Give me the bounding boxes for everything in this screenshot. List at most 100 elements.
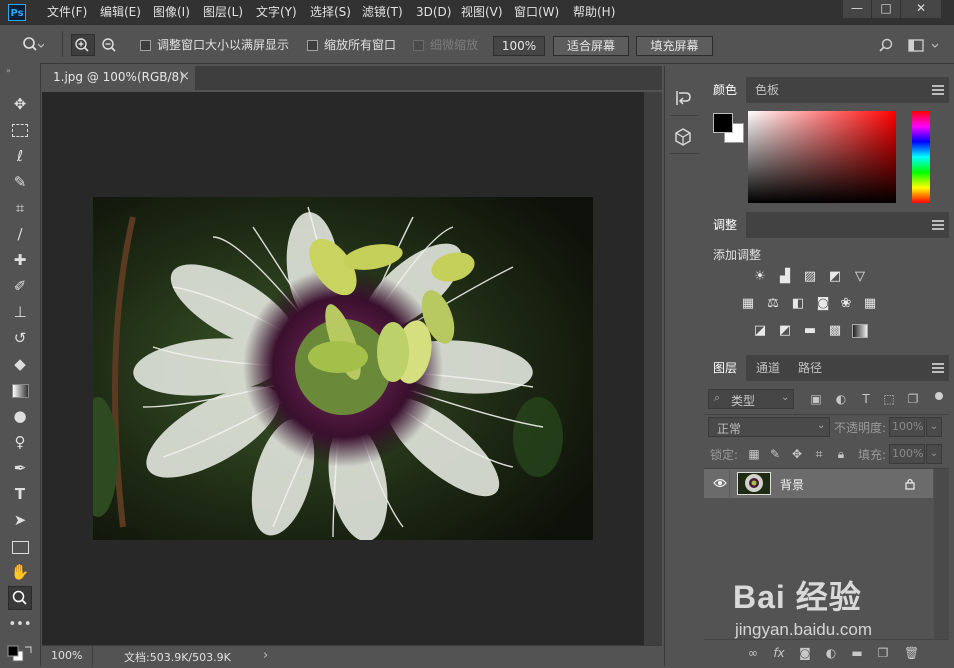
threshold-icon[interactable]: ▬ <box>802 324 818 338</box>
dodge-tool-icon[interactable]: ♀ <box>8 430 32 454</box>
edit-toolbar-icon[interactable]: ••• <box>8 613 32 637</box>
gradient-map-icon[interactable] <box>852 324 868 338</box>
minimize-button[interactable]: — <box>843 0 871 18</box>
adjustments-panel-menu-icon[interactable] <box>932 220 944 230</box>
fit-screen-button[interactable]: 适合屏幕 <box>553 36 629 56</box>
layer-name[interactable]: 背景 <box>780 476 804 493</box>
brightness-icon[interactable]: ☀ <box>752 270 768 284</box>
fill-screen-button[interactable]: 填充屏幕 <box>636 36 713 56</box>
hand-tool-icon[interactable]: ✋ <box>8 560 32 584</box>
exposure-icon[interactable]: ◩ <box>827 270 843 284</box>
quick-selection-tool-icon[interactable]: ✎ <box>8 170 32 194</box>
vibrance-icon[interactable]: ▽ <box>852 270 868 284</box>
hue-slider[interactable] <box>912 111 930 203</box>
adjustment-filter-icon[interactable]: ◐ <box>834 392 848 406</box>
fill-chevron-icon[interactable]: ⌄ <box>926 444 942 464</box>
zoom-in-icon[interactable] <box>71 34 95 56</box>
zoom-all-checkbox[interactable] <box>307 40 318 51</box>
delete-layer-icon[interactable]: 🗑︎ <box>904 646 919 660</box>
path-selection-tool-icon[interactable]: ➤ <box>8 508 32 532</box>
menu-window[interactable]: 窗口(W) <box>514 0 559 25</box>
resize-windows-checkbox[interactable] <box>140 40 151 51</box>
levels-icon[interactable]: ▟ <box>777 270 793 284</box>
collapse-toolbar-icon[interactable]: » <box>6 66 11 75</box>
color-balance-icon[interactable]: ⚖ <box>765 297 781 311</box>
document-tab[interactable]: 1.jpg @ 100%(RGB/8) × <box>42 66 195 90</box>
rectangle-tool-icon[interactable] <box>8 534 32 558</box>
brush-tool-icon[interactable]: ✐ <box>8 274 32 298</box>
type-tool-icon[interactable]: T <box>8 482 32 506</box>
close-window-button[interactable]: ✕ <box>901 0 941 18</box>
close-tab-icon[interactable]: × <box>179 69 190 84</box>
posterize-icon[interactable]: ◩ <box>777 324 793 338</box>
color-field[interactable] <box>748 111 896 203</box>
type-filter-icon[interactable]: T <box>859 392 873 406</box>
menu-view[interactable]: 视图(V) <box>461 0 503 25</box>
fill-field[interactable]: 100% <box>889 444 925 464</box>
zoom-tool-active-icon[interactable] <box>8 586 32 610</box>
document-image[interactable] <box>93 197 593 540</box>
history-panel-icon[interactable] <box>673 88 693 111</box>
lock-pixels-icon[interactable]: ✎ <box>768 447 782 461</box>
layer-row[interactable]: 背景 <box>704 469 933 498</box>
scrubby-zoom-checkbox[interactable] <box>413 40 424 51</box>
opacity-field[interactable]: 100% <box>889 417 925 437</box>
lock-artboard-icon[interactable]: ⌗ <box>812 447 826 461</box>
menu-edit[interactable]: 编辑(E) <box>100 0 141 25</box>
menu-3d[interactable]: 3D(D) <box>416 0 451 25</box>
tab-layers[interactable]: 图层 <box>704 355 747 381</box>
layers-panel-menu-icon[interactable] <box>932 363 944 373</box>
menu-file[interactable]: 文件(F) <box>47 0 87 25</box>
filter-toggle-icon[interactable] <box>935 392 943 400</box>
add-mask-icon[interactable]: ◙ <box>798 646 812 660</box>
lock-position-icon[interactable]: ✥ <box>790 447 804 461</box>
new-adjustment-layer-icon[interactable]: ◐ <box>824 646 838 660</box>
foreground-color-swatch[interactable] <box>713 113 733 133</box>
photo-filter-icon[interactable]: ◙ <box>815 297 831 311</box>
tab-paths[interactable]: 路径 <box>789 355 831 381</box>
black-white-icon[interactable]: ◧ <box>790 297 806 311</box>
tab-adjustments[interactable]: 调整 <box>704 212 747 238</box>
menu-help[interactable]: 帮助(H) <box>573 0 615 25</box>
color-swatches-icon[interactable] <box>5 643 35 668</box>
tab-color[interactable]: 颜色 <box>704 77 747 103</box>
eraser-tool-icon[interactable]: ◆ <box>8 352 32 376</box>
status-menu-arrow[interactable]: › <box>263 648 268 663</box>
lock-transparent-icon[interactable]: ▦ <box>747 447 761 461</box>
selective-color-icon[interactable]: ▩ <box>827 324 843 338</box>
hue-saturation-icon[interactable]: ▦ <box>740 297 756 311</box>
zoom-tool-icon[interactable] <box>22 36 45 57</box>
menu-layer[interactable]: 图层(L) <box>203 0 243 25</box>
clone-stamp-tool-icon[interactable]: ⊥ <box>8 300 32 324</box>
visibility-eye-icon[interactable] <box>713 477 727 492</box>
vertical-scrollbar[interactable] <box>644 92 662 645</box>
eyedropper-tool-icon[interactable]: ∕ <box>8 222 32 246</box>
marquee-tool-icon[interactable] <box>8 118 32 142</box>
lasso-tool-icon[interactable]: ℓ <box>8 144 32 168</box>
tab-swatches[interactable]: 色板 <box>746 77 788 103</box>
pen-tool-icon[interactable]: ✒ <box>8 456 32 480</box>
color-lookup-icon[interactable]: ▦ <box>862 297 878 311</box>
blend-mode-dropdown[interactable]: 正常 ⌄ <box>708 417 830 437</box>
channel-mixer-icon[interactable]: ❀ <box>838 297 854 311</box>
menu-type[interactable]: 文字(Y) <box>256 0 297 25</box>
invert-icon[interactable]: ◪ <box>752 324 768 338</box>
new-layer-icon[interactable]: ❐ <box>876 646 890 660</box>
layer-style-icon[interactable]: fx <box>772 646 786 660</box>
smart-object-filter-icon[interactable]: ❐ <box>906 392 920 406</box>
curves-icon[interactable]: ▨ <box>802 270 818 284</box>
canvas-area[interactable] <box>42 92 644 645</box>
layer-filter-dropdown[interactable]: ⌕ 类型 ⌄ <box>708 389 794 409</box>
shape-filter-icon[interactable]: ⬚ <box>882 392 896 406</box>
pixel-filter-icon[interactable]: ▣ <box>809 392 823 406</box>
tab-channels[interactable]: 通道 <box>747 355 789 381</box>
lock-all-icon[interactable]: 🔒︎ <box>834 447 848 461</box>
status-zoom[interactable]: 100% <box>51 649 82 662</box>
menu-select[interactable]: 选择(S) <box>310 0 351 25</box>
menu-filter[interactable]: 滤镜(T) <box>362 0 403 25</box>
healing-brush-tool-icon[interactable]: ✚ <box>8 248 32 272</box>
3d-panel-icon[interactable] <box>673 127 693 150</box>
blur-tool-icon[interactable]: ● <box>8 404 32 428</box>
workspace-switcher-icon[interactable] <box>908 38 942 57</box>
layers-scrollbar[interactable] <box>934 469 949 639</box>
